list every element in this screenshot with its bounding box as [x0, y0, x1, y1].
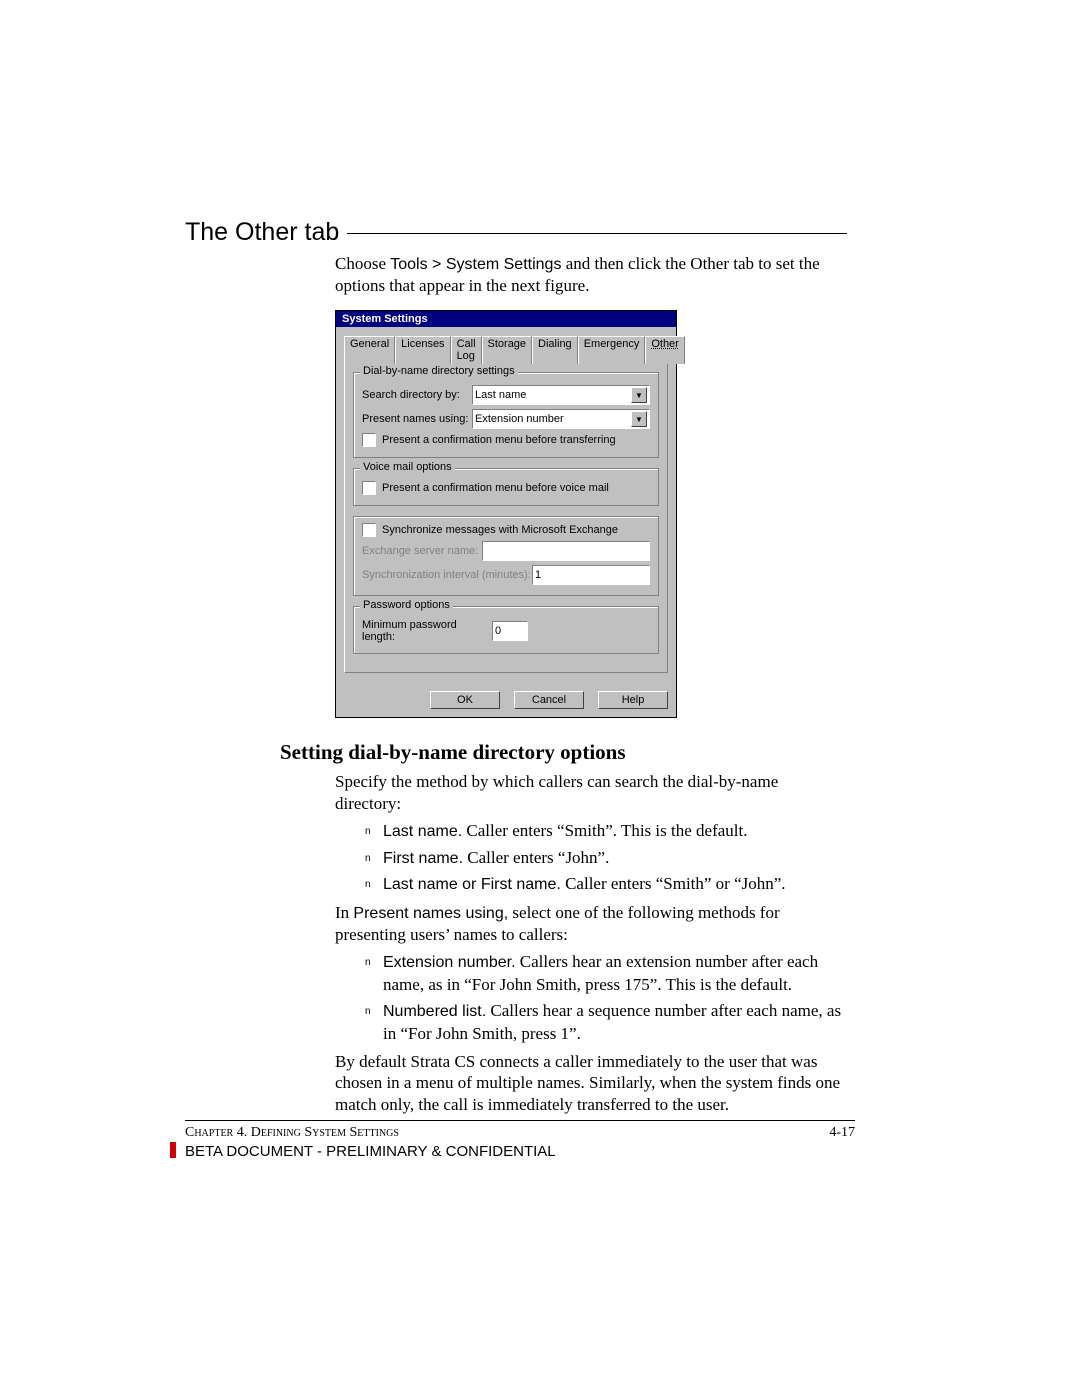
list-item: Numbered list. Callers hear a sequence n… [365, 1000, 845, 1045]
tab-dialing[interactable]: Dialing [532, 336, 578, 364]
group-vm-legend: Voice mail options [360, 461, 455, 473]
cancel-button[interactable]: Cancel [514, 691, 584, 709]
group-password: Password options Minimum password length… [353, 606, 659, 654]
chevron-down-icon[interactable]: ▼ [631, 387, 647, 403]
present-names-combo[interactable]: Extension number ▼ [472, 409, 650, 429]
tab-storage[interactable]: Storage [482, 336, 533, 364]
revision-bar-icon [170, 1142, 176, 1158]
tab-other[interactable]: Other [645, 336, 685, 364]
group-pwd-legend: Password options [360, 599, 453, 611]
sync-interval-input[interactable]: 1 [532, 565, 650, 585]
search-directory-combo[interactable]: Last name ▼ [472, 385, 650, 405]
sync-exchange-label: Synchronize messages with Microsoft Exch… [382, 524, 618, 536]
heading-text: The Other tab [185, 218, 339, 246]
list-item: Last name or First name. Caller enters “… [365, 873, 845, 896]
ok-button[interactable]: OK [430, 691, 500, 709]
sync-interval-label: Synchronization interval (minutes): [362, 569, 532, 581]
tab-call-log[interactable]: Call Log [451, 336, 482, 364]
tab-emergency[interactable]: Emergency [578, 336, 646, 364]
sub-intro: Specify the method by which callers can … [335, 771, 845, 814]
search-directory-label: Search directory by: [362, 389, 472, 401]
help-button[interactable]: Help [598, 691, 668, 709]
tab-licenses[interactable]: Licenses [395, 336, 450, 364]
confirm-vm-label: Present a confirmation menu before voice… [382, 482, 609, 494]
chevron-down-icon[interactable]: ▼ [631, 411, 647, 427]
footer-chapter: Chapter 4. Defining System Settings [185, 1125, 399, 1141]
confirm-vm-checkbox[interactable] [362, 481, 376, 495]
confirm-transfer-checkbox[interactable] [362, 433, 376, 447]
sync-exchange-checkbox[interactable] [362, 523, 376, 537]
exchange-server-input[interactable] [482, 541, 650, 561]
list-item: First name. Caller enters “John”. [365, 847, 845, 870]
exchange-server-label: Exchange server name: [362, 545, 482, 557]
intro-paragraph: Choose Tools > System Settings and then … [335, 253, 845, 296]
min-pwd-input[interactable]: 0 [492, 621, 528, 641]
search-method-list: Last name. Caller enters “Smith”. This i… [365, 820, 845, 896]
list-item: Last name. Caller enters “Smith”. This i… [365, 820, 845, 843]
group-voice-mail: Voice mail options Present a confirmatio… [353, 468, 659, 506]
default-behavior-paragraph: By default Strata CS connects a caller i… [335, 1051, 845, 1115]
group-dial-legend: Dial-by-name directory settings [360, 365, 518, 377]
system-settings-dialog: System Settings General Licenses Call Lo… [335, 310, 677, 718]
confirm-transfer-label: Present a confirmation menu before trans… [382, 434, 616, 446]
footer-page-number: 4-17 [829, 1125, 855, 1141]
menu-path: Tools > System Settings [390, 256, 561, 273]
page-footer: Chapter 4. Defining System Settings 4-17… [185, 1120, 855, 1160]
present-names-label: Present names using: [362, 413, 472, 425]
list-item: Extension number. Callers hear an extens… [365, 951, 845, 996]
present-names-paragraph: In Present names using, select one of th… [335, 902, 845, 945]
group-exchange-sync: Synchronize messages with Microsoft Exch… [353, 516, 659, 596]
section-heading: The Other tab [185, 218, 855, 247]
group-dial-by-name: Dial-by-name directory settings Search d… [353, 372, 659, 458]
present-method-list: Extension number. Callers hear an extens… [365, 951, 845, 1045]
min-pwd-label: Minimum password length: [362, 619, 492, 643]
subsection-heading: Setting dial-by-name directory options [280, 740, 855, 765]
dialog-title: System Settings [336, 311, 676, 327]
tab-strip: General Licenses Call Log Storage Dialin… [344, 335, 668, 363]
tab-general[interactable]: General [344, 336, 395, 364]
footer-beta-notice: BETA DOCUMENT - PRELIMINARY & CONFIDENTI… [185, 1143, 855, 1160]
